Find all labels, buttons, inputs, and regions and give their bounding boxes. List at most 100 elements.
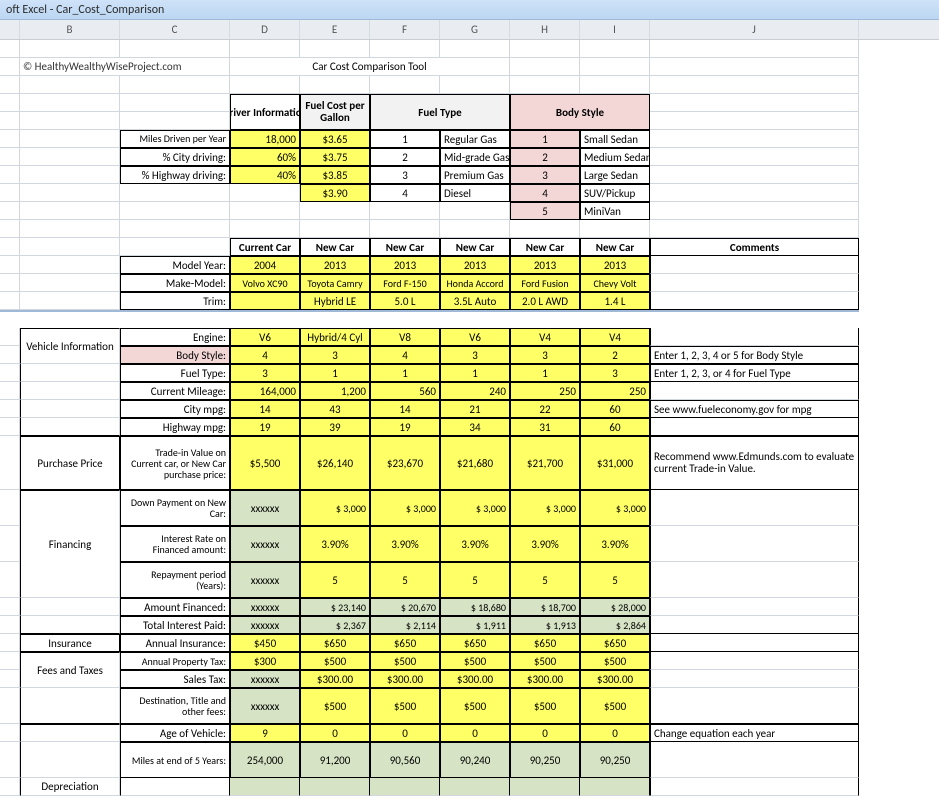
citympg-0[interactable]: 14 xyxy=(230,400,300,418)
spreadsheet-grid[interactable]: © HealthyWealthyWiseProject.com Car Cost… xyxy=(0,40,939,796)
dest-2[interactable]: $500 xyxy=(370,688,440,724)
makemodel-2[interactable]: Ford F-150 xyxy=(370,274,440,292)
makemodel-0[interactable]: Volvo XC90 xyxy=(230,274,300,292)
makemodel-1[interactable]: Toyota Camry xyxy=(300,274,370,292)
fuel-cost-1[interactable]: $3.75 xyxy=(300,148,370,166)
modelyear-0[interactable]: 2004 xyxy=(230,256,300,274)
hwympg-1[interactable]: 39 xyxy=(300,418,370,436)
curmileage-3[interactable]: 240 xyxy=(440,382,510,400)
trim-0[interactable] xyxy=(230,292,300,310)
tradein-5[interactable]: $31,000 xyxy=(580,436,650,490)
proptax-0[interactable]: $300 xyxy=(230,652,300,670)
salestax-1[interactable]: $300.00 xyxy=(300,670,370,688)
modelyear-4[interactable]: 2013 xyxy=(510,256,580,274)
curmileage-1[interactable]: 1,200 xyxy=(300,382,370,400)
engine-0[interactable]: V6 xyxy=(230,328,300,346)
period-4[interactable]: 5 xyxy=(510,562,580,598)
salestax-5[interactable]: $300.00 xyxy=(580,670,650,688)
proptax-4[interactable]: $500 xyxy=(510,652,580,670)
insurance-4[interactable]: $650 xyxy=(510,634,580,652)
dest-5[interactable]: $500 xyxy=(580,688,650,724)
period-5[interactable]: 5 xyxy=(580,562,650,598)
dest-3[interactable]: $500 xyxy=(440,688,510,724)
fueltype-v2[interactable]: 1 xyxy=(370,364,440,382)
makemodel-4[interactable]: Ford Fusion xyxy=(510,274,580,292)
fuel-cost-3[interactable]: $3.90 xyxy=(300,184,370,202)
hwympg-0[interactable]: 19 xyxy=(230,418,300,436)
down-5[interactable]: $ 3,000 xyxy=(580,490,650,526)
salestax-3[interactable]: $300.00 xyxy=(440,670,510,688)
curmileage-2[interactable]: 560 xyxy=(370,382,440,400)
engine-1[interactable]: Hybrid/4 Cyl xyxy=(300,328,370,346)
hwympg-3[interactable]: 34 xyxy=(440,418,510,436)
curmileage-4[interactable]: 250 xyxy=(510,382,580,400)
salestax-2[interactable]: $300.00 xyxy=(370,670,440,688)
rate-2[interactable]: 3.90% xyxy=(370,526,440,562)
insurance-5[interactable]: $650 xyxy=(580,634,650,652)
citympg-1[interactable]: 43 xyxy=(300,400,370,418)
city-driving-value[interactable]: 60% xyxy=(230,148,300,166)
citympg-3[interactable]: 21 xyxy=(440,400,510,418)
insurance-1[interactable]: $650 xyxy=(300,634,370,652)
tradein-0[interactable]: $5,500 xyxy=(230,436,300,490)
curmileage-5[interactable]: 250 xyxy=(580,382,650,400)
proptax-5[interactable]: $500 xyxy=(580,652,650,670)
trim-1[interactable]: Hybrid LE xyxy=(300,292,370,310)
hwy-driving-value[interactable]: 40% xyxy=(230,166,300,184)
rate-4[interactable]: 3.90% xyxy=(510,526,580,562)
trim-4[interactable]: 2.0 L AWD xyxy=(510,292,580,310)
tradein-1[interactable]: $26,140 xyxy=(300,436,370,490)
down-4[interactable]: $ 3,000 xyxy=(510,490,580,526)
tradein-4[interactable]: $21,700 xyxy=(510,436,580,490)
bodystyle-1[interactable]: 3 xyxy=(300,346,370,364)
citympg-2[interactable]: 14 xyxy=(370,400,440,418)
modelyear-1[interactable]: 2013 xyxy=(300,256,370,274)
tradein-3[interactable]: $21,680 xyxy=(440,436,510,490)
insurance-3[interactable]: $650 xyxy=(440,634,510,652)
age-4[interactable]: 0 xyxy=(510,724,580,742)
fuel-cost-0[interactable]: $3.65 xyxy=(300,130,370,148)
age-5[interactable]: 0 xyxy=(580,724,650,742)
fueltype-v1[interactable]: 1 xyxy=(300,364,370,382)
makemodel-3[interactable]: Honda Accord xyxy=(440,274,510,292)
citympg-5[interactable]: 60 xyxy=(580,400,650,418)
proptax-1[interactable]: $500 xyxy=(300,652,370,670)
proptax-2[interactable]: $500 xyxy=(370,652,440,670)
engine-2[interactable]: V8 xyxy=(370,328,440,346)
makemodel-5[interactable]: Chevy Volt xyxy=(580,274,650,292)
period-2[interactable]: 5 xyxy=(370,562,440,598)
miles-driven-value[interactable]: 18,000 xyxy=(230,130,300,148)
hwympg-5[interactable]: 60 xyxy=(580,418,650,436)
age-1[interactable]: 0 xyxy=(300,724,370,742)
down-2[interactable]: $ 3,000 xyxy=(370,490,440,526)
fuel-cost-2[interactable]: $3.85 xyxy=(300,166,370,184)
trim-3[interactable]: 3.5L Auto xyxy=(440,292,510,310)
hwympg-4[interactable]: 31 xyxy=(510,418,580,436)
rate-5[interactable]: 3.90% xyxy=(580,526,650,562)
modelyear-2[interactable]: 2013 xyxy=(370,256,440,274)
down-1[interactable]: $ 3,000 xyxy=(300,490,370,526)
engine-5[interactable]: V4 xyxy=(580,328,650,346)
age-3[interactable]: 0 xyxy=(440,724,510,742)
engine-4[interactable]: V4 xyxy=(510,328,580,346)
modelyear-5[interactable]: 2013 xyxy=(580,256,650,274)
age-2[interactable]: 0 xyxy=(370,724,440,742)
bodystyle-4[interactable]: 3 xyxy=(510,346,580,364)
down-3[interactable]: $ 3,000 xyxy=(440,490,510,526)
citympg-4[interactable]: 22 xyxy=(510,400,580,418)
bodystyle-5[interactable]: 2 xyxy=(580,346,650,364)
age-0[interactable]: 9 xyxy=(230,724,300,742)
curmileage-0[interactable]: 164,000 xyxy=(230,382,300,400)
insurance-0[interactable]: $450 xyxy=(230,634,300,652)
bodystyle-2[interactable]: 4 xyxy=(370,346,440,364)
fueltype-v4[interactable]: 1 xyxy=(510,364,580,382)
fueltype-v0[interactable]: 3 xyxy=(230,364,300,382)
trim-5[interactable]: 1.4 L xyxy=(580,292,650,310)
period-1[interactable]: 5 xyxy=(300,562,370,598)
modelyear-3[interactable]: 2013 xyxy=(440,256,510,274)
dest-4[interactable]: $500 xyxy=(510,688,580,724)
rate-1[interactable]: 3.90% xyxy=(300,526,370,562)
tradein-2[interactable]: $23,670 xyxy=(370,436,440,490)
insurance-2[interactable]: $650 xyxy=(370,634,440,652)
trim-2[interactable]: 5.0 L xyxy=(370,292,440,310)
